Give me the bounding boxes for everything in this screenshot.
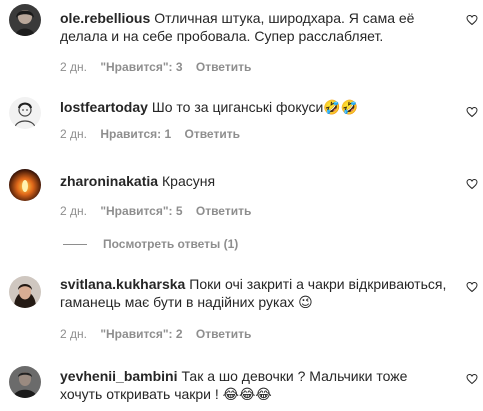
comment-time[interactable]: 2 дн. [60,60,87,74]
likes-count[interactable]: "Нравится": 3 [100,60,182,74]
avatar[interactable] [9,276,41,308]
view-replies-button[interactable]: Посмотреть ответы (1) [63,237,238,251]
comment-text: Шо то за циганські фокуси🤣🤣 [151,99,359,115]
comment-text: Красуня [162,173,216,189]
comment-username[interactable]: lostfeartoday [60,99,148,115]
comment-body: lostfeartoday Шо то за циганські фокуси🤣🤣 [60,98,450,116]
comment-time[interactable]: 2 дн. [60,127,87,141]
comment-body: zharoninakatia Красуня [60,172,450,190]
heart-icon[interactable] [466,106,478,118]
avatar[interactable] [9,97,41,129]
avatar-image [9,4,41,36]
comment-body: ole.rebellious Отличная штука, широдхара.… [60,9,450,45]
reply-button[interactable]: Ответить [196,60,251,74]
comment-time[interactable]: 2 дн. [60,327,87,341]
avatar-image [9,366,41,398]
avatar[interactable] [9,169,41,201]
avatar-image [9,97,41,129]
likes-count[interactable]: "Нравится": 2 [100,327,182,341]
avatar[interactable] [9,4,41,36]
heart-icon[interactable] [466,373,478,385]
heart-icon[interactable] [466,281,478,293]
comment-meta: 2 дн. "Нравится": 3 Ответить [60,60,261,74]
reply-button[interactable]: Ответить [185,127,240,141]
comment-username[interactable]: zharoninakatia [60,173,158,189]
likes-count[interactable]: "Нравится": 5 [100,204,182,218]
comment-meta: 2 дн. Нравится: 1 Ответить [60,127,250,141]
comment-username[interactable]: yevhenii_bambini [60,368,177,384]
comment-meta: 2 дн. "Нравится": 2 Ответить [60,327,261,341]
reply-button[interactable]: Ответить [196,327,251,341]
comment-username[interactable]: ole.rebellious [60,10,150,26]
heart-icon[interactable] [466,14,478,26]
view-replies-label: Посмотреть ответы (1) [103,237,239,251]
avatar-image [9,169,41,201]
comment-meta: 2 дн. "Нравится": 5 Ответить [60,204,261,218]
comment-time[interactable]: 2 дн. [60,204,87,218]
heart-icon[interactable] [466,178,478,190]
comment-body: yevhenii_bambini Так а шо девочки ? Мальч… [60,367,450,403]
likes-count[interactable]: Нравится: 1 [100,127,171,141]
replies-divider-line [63,244,87,246]
avatar-image [9,276,41,308]
reply-button[interactable]: Ответить [196,204,251,218]
comment-username[interactable]: svitlana.kukharska [60,276,185,292]
avatar[interactable] [9,366,41,398]
comment-body: svitlana.kukharska Поки очі закриті а чак… [60,275,450,311]
